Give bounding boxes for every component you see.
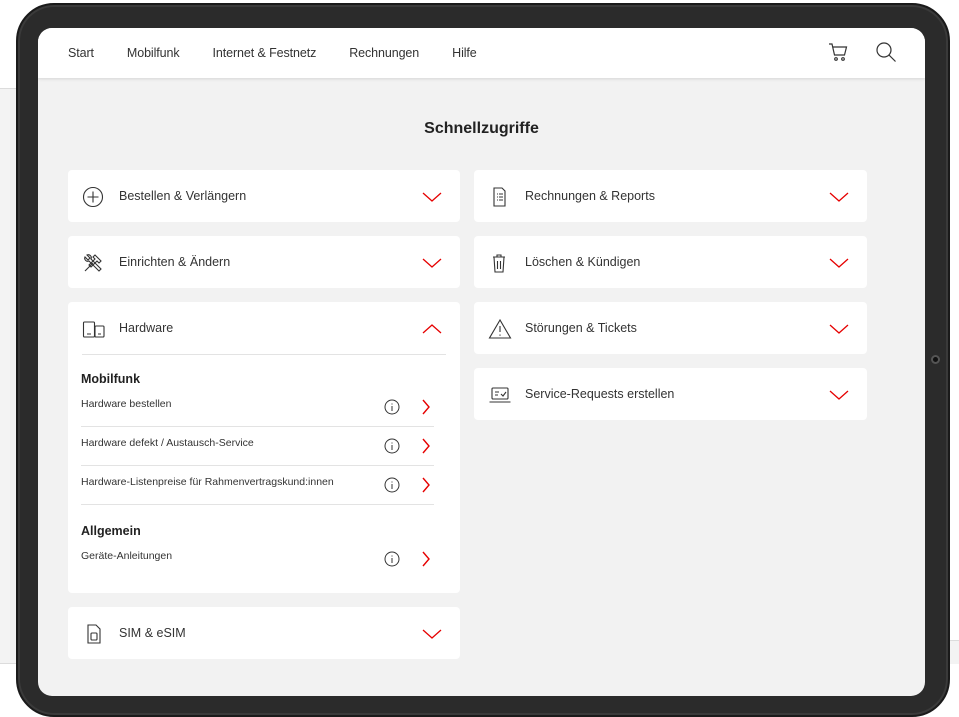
info-icon[interactable]: [384, 438, 400, 459]
card-label: Hardware: [119, 321, 174, 335]
card-loeschen-kuendigen[interactable]: Löschen & Kündigen: [474, 236, 867, 288]
link-text[interactable]: Hardware defekt / Austausch-Service: [81, 437, 254, 449]
chevron-up-icon[interactable]: [422, 322, 442, 340]
laptop-icon: [488, 384, 511, 406]
link-row-hardware-listenpreise[interactable]: Hardware-Listenpreise für Rahmenvertrags…: [81, 467, 434, 505]
link-text[interactable]: Geräte-Anleitungen: [81, 550, 172, 562]
card-label: Löschen & Kündigen: [525, 255, 641, 269]
link-text[interactable]: Hardware-Listenpreise für Rahmenvertrags…: [81, 476, 334, 488]
link-row-hardware-defekt[interactable]: Hardware defekt / Austausch-Service: [81, 428, 434, 466]
chevron-right-icon[interactable]: [421, 399, 431, 420]
search-icon[interactable]: [875, 41, 897, 63]
card-label: Störungen & Tickets: [525, 321, 637, 335]
card-einrichten-aendern[interactable]: Einrichten & Ändern: [68, 236, 460, 288]
card-service-requests[interactable]: Service-Requests erstellen: [474, 368, 867, 420]
devices-icon: [82, 318, 105, 340]
card-divider: [82, 354, 446, 355]
card-label: SIM & eSIM: [119, 626, 186, 640]
group-title-mobilfunk: Mobilfunk: [81, 372, 141, 386]
top-navigation: Start Mobilfunk Internet & Festnetz Rech…: [38, 28, 925, 78]
info-icon[interactable]: [384, 399, 400, 420]
card-label: Einrichten & Ändern: [119, 255, 231, 269]
link-text[interactable]: Hardware bestellen: [81, 398, 171, 410]
card-label: Service-Requests erstellen: [525, 387, 675, 401]
warning-icon: [488, 318, 512, 340]
chevron-right-icon[interactable]: [421, 438, 431, 459]
nav-item-mobilfunk[interactable]: Mobilfunk: [127, 46, 180, 60]
link-row-hardware-bestellen[interactable]: Hardware bestellen: [81, 389, 434, 427]
chevron-down-icon[interactable]: [422, 256, 442, 274]
card-label: Bestellen & Verlängern: [119, 189, 247, 203]
chevron-right-icon[interactable]: [421, 477, 431, 498]
chevron-down-icon[interactable]: [422, 627, 442, 645]
info-icon[interactable]: [384, 551, 400, 572]
link-row-geraete-anleitungen[interactable]: Geräte-Anleitungen: [81, 541, 434, 579]
tablet-camera: [931, 355, 940, 364]
chevron-down-icon[interactable]: [422, 190, 442, 208]
plus-circle-icon: [82, 186, 104, 208]
chevron-down-icon[interactable]: [829, 322, 849, 340]
nav-icons: [827, 41, 897, 63]
chevron-down-icon[interactable]: [829, 256, 849, 274]
group-title-allgemein: Allgemein: [81, 524, 141, 538]
card-label: Rechnungen & Reports: [525, 189, 655, 203]
sim-card-icon: [82, 623, 104, 645]
nav-item-start[interactable]: Start: [68, 46, 94, 60]
page-title: Schnellzugriffe: [424, 120, 539, 137]
trash-icon: [488, 252, 510, 274]
info-icon[interactable]: [384, 477, 400, 498]
document-icon: [488, 186, 510, 208]
nav-item-hilfe[interactable]: Hilfe: [452, 46, 477, 60]
tools-icon: [82, 252, 104, 274]
nav-item-internet-festnetz[interactable]: Internet & Festnetz: [213, 46, 317, 60]
card-bestellen-verlaengern[interactable]: Bestellen & Verlängern: [68, 170, 460, 222]
card-hardware-expanded: Hardware Mobilfunk Hardware bestellen Ha…: [68, 302, 460, 593]
card-rechnungen-reports[interactable]: Rechnungen & Reports: [474, 170, 867, 222]
chevron-down-icon[interactable]: [829, 190, 849, 208]
tablet-screen: Start Mobilfunk Internet & Festnetz Rech…: [38, 28, 925, 696]
card-stoerungen-tickets[interactable]: Störungen & Tickets: [474, 302, 867, 354]
cart-icon[interactable]: [827, 41, 849, 63]
nav-item-rechnungen[interactable]: Rechnungen: [349, 46, 419, 60]
chevron-right-icon[interactable]: [421, 551, 431, 572]
card-sim-esim[interactable]: SIM & eSIM: [68, 607, 460, 659]
chevron-down-icon[interactable]: [829, 388, 849, 406]
